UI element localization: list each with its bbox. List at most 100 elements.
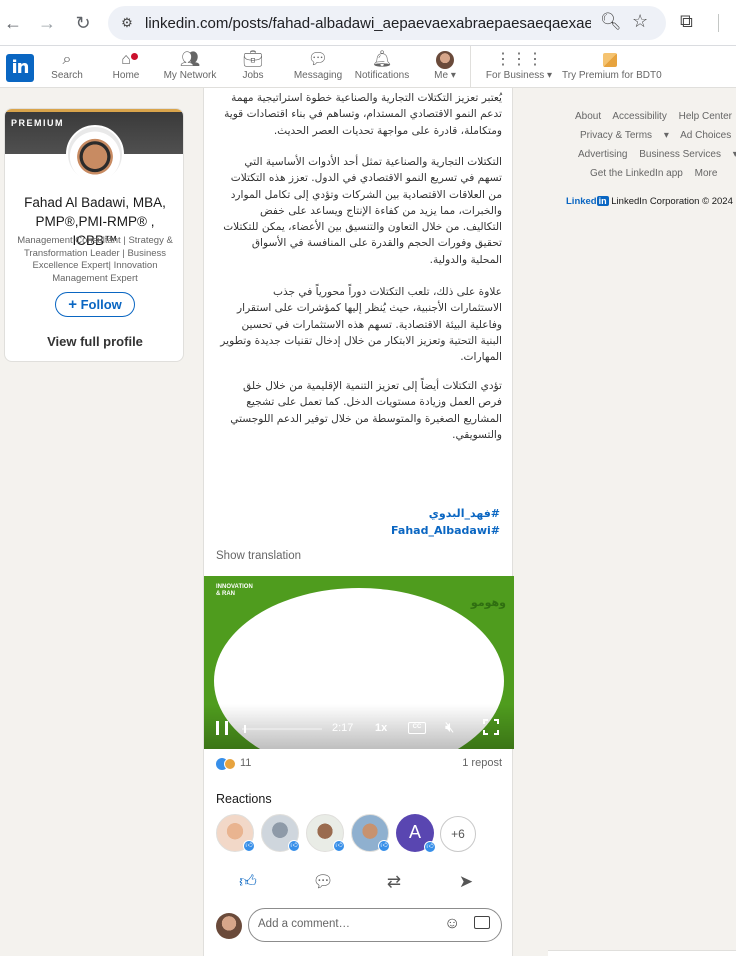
- zoom-icon[interactable]: 🔍︎: [600, 12, 622, 32]
- footer-link-advertising[interactable]: Advertising: [578, 149, 627, 160]
- footer-row: About Accessibility Help Center: [575, 111, 736, 122]
- progress-thumb[interactable]: [243, 725, 246, 733]
- comment-icon[interactable]: 💬︎: [311, 870, 335, 894]
- like-badge-icon: 👍︎: [378, 840, 390, 852]
- like-badge-icon: 👍︎: [243, 840, 255, 852]
- reactions-heading: Reactions: [216, 792, 272, 806]
- reactor-avatar[interactable]: A 👍︎: [396, 814, 436, 853]
- nav-network-label: My Network: [163, 70, 217, 81]
- linkedin-logo[interactable]: in: [6, 54, 34, 82]
- me-avatar: [436, 51, 454, 69]
- nav-premium-label: Try Premium for BDT0: [562, 70, 662, 81]
- message-icon: 💬︎: [307, 51, 329, 68]
- reactor-avatar[interactable]: 👍︎: [306, 814, 345, 852]
- video-logo-left: INNOVATION & RAN: [216, 584, 253, 597]
- nav-notifications[interactable]: 🔔︎ Notifications: [352, 50, 412, 86]
- nav-my-network[interactable]: 👥︎ My Network: [160, 50, 220, 86]
- author-avatar[interactable]: [66, 125, 124, 183]
- plus-icon: +: [68, 296, 77, 313]
- author-headline: Management Consultant | Strategy & Trans…: [17, 235, 173, 284]
- comment-input[interactable]: Add a comment… ☺: [248, 908, 502, 942]
- copyright: Linked in LinkedIn Corporation © 2024: [566, 196, 733, 207]
- nav-notifications-label: Notifications: [354, 70, 410, 81]
- footer-row: Get the LinkedIn app More: [590, 168, 726, 179]
- nav-jobs[interactable]: 💼︎ Jobs: [236, 50, 270, 86]
- fs-corner: [483, 719, 488, 724]
- video-progress-bar[interactable]: [242, 725, 322, 733]
- like-icon[interactable]: 👍︎: [236, 870, 260, 894]
- follow-button[interactable]: + Follow: [55, 292, 135, 317]
- business-services-label: Business Services: [639, 149, 721, 160]
- post-paragraph: تؤدي التكتلات أيضاً إلى تعزيز التنمية ال…: [230, 380, 502, 441]
- view-full-profile-link[interactable]: View full profile: [5, 334, 183, 349]
- nav-business-label: For Business: [485, 70, 545, 81]
- footer-link-more[interactable]: More: [695, 168, 718, 179]
- captions-button[interactable]: CC: [408, 722, 426, 734]
- playback-speed-button[interactable]: 1x: [375, 722, 387, 734]
- post-paragraph: يُعتبر تعزيز التكتلات التجارية والصناعية…: [224, 92, 502, 137]
- more-reactors-button[interactable]: +6: [440, 816, 476, 852]
- address-bar[interactable]: ⚙ linkedin.com/posts/fahad-albadawi_aepa…: [108, 6, 666, 40]
- forward-icon[interactable]: →: [34, 10, 60, 36]
- follow-label: Follow: [80, 297, 122, 312]
- premium-icon-wrap: [562, 50, 658, 70]
- nav-try-premium[interactable]: Try Premium for BDT0: [562, 50, 662, 86]
- back-icon[interactable]: ←: [0, 10, 26, 36]
- nav-messaging[interactable]: 💬︎ Messaging: [292, 50, 344, 86]
- reactor-avatar[interactable]: 👍︎: [351, 814, 390, 852]
- reactor-avatar[interactable]: 👍︎: [216, 814, 255, 852]
- author-profile-card: PREMIUM Fahad Al Badawi, MBA, PMP®,PMI-R…: [4, 108, 184, 362]
- hashtag-link[interactable]: #فهد_البدوي: [429, 507, 500, 520]
- footer-link-privacy[interactable]: Privacy & Terms ▾: [580, 130, 669, 141]
- reload-icon[interactable]: ↻: [70, 10, 96, 36]
- repost-icon[interactable]: ⇄: [382, 870, 406, 894]
- footer-link-help[interactable]: Help Center: [679, 111, 732, 122]
- browser-toolbar: ← → ↻ ⚙ linkedin.com/posts/fahad-albadaw…: [0, 0, 736, 46]
- footer-link-accessibility[interactable]: Accessibility: [612, 111, 666, 122]
- premium-icon: [603, 53, 617, 67]
- nav-search[interactable]: ⌕ Search: [50, 50, 84, 86]
- repost-count[interactable]: 1 repost: [462, 757, 502, 769]
- url-text[interactable]: linkedin.com/posts/fahad-albadawi_aepaev…: [145, 15, 591, 32]
- footer-link-adchoices[interactable]: Ad Choices: [680, 130, 731, 141]
- extensions-icon[interactable]: ⧉: [680, 11, 693, 32]
- nav-me-label: Me: [434, 70, 449, 81]
- reactor-initial: A: [408, 822, 421, 842]
- me-avatar-wrap: [428, 50, 462, 70]
- nav-home[interactable]: ⌂ Home: [108, 50, 144, 86]
- video-player[interactable]: INNOVATION & RAN وهومو 2:17 1x CC 🔇︎: [204, 576, 514, 749]
- footer-link-app[interactable]: Get the LinkedIn app: [590, 168, 683, 179]
- linkedin-navbar: in ⌕ Search ⌂ Home 👥︎ My Network 💼︎ Jobs…: [0, 46, 736, 88]
- footer-link-about[interactable]: About: [575, 111, 601, 122]
- post-paragraph: علاوة على ذلك، تلعب التكتلات دوراً محوري…: [220, 286, 502, 364]
- show-translation-link[interactable]: Show translation: [216, 550, 301, 562]
- emoji-icon[interactable]: ☺: [444, 915, 460, 933]
- current-user-avatar: [216, 913, 242, 939]
- nav-me[interactable]: Me ▾: [428, 50, 462, 86]
- footer-brand: Linked: [566, 196, 597, 207]
- footer-row: Advertising Business Services ▾: [578, 149, 736, 160]
- briefcase-icon: 💼︎: [242, 51, 264, 68]
- video-controls: [204, 704, 514, 749]
- site-info-icon[interactable]: ⚙: [118, 14, 136, 32]
- hashtag-link[interactable]: #Fahad_Albadawi: [391, 524, 500, 537]
- image-icon[interactable]: [474, 916, 490, 929]
- reaction-count[interactable]: 11: [240, 757, 251, 769]
- like-badge-icon: 👍︎: [333, 840, 345, 852]
- search-icon: ⌕: [62, 51, 72, 68]
- nav-for-business[interactable]: ⋮⋮⋮ For Business ▾: [484, 50, 554, 86]
- mute-icon[interactable]: 🔇︎: [445, 719, 454, 736]
- notification-dot: [129, 51, 140, 62]
- footer-link-business[interactable]: Business Services ▾: [639, 149, 736, 160]
- bookmark-star-icon[interactable]: ☆: [632, 11, 648, 32]
- nav-search-label: Search: [51, 70, 83, 81]
- send-icon[interactable]: ➤: [454, 870, 478, 894]
- fullscreen-icon[interactable]: [483, 719, 499, 735]
- post-actions: 👍︎ 💬︎ ⇄ ➤: [204, 868, 514, 896]
- fs-corner: [494, 719, 499, 724]
- pause-icon[interactable]: [216, 721, 228, 735]
- reactor-avatar[interactable]: 👍︎: [261, 814, 300, 852]
- people-icon: 👥︎: [179, 51, 201, 68]
- toolbar-divider: [718, 14, 719, 32]
- insightful-reaction-icon[interactable]: [224, 758, 236, 770]
